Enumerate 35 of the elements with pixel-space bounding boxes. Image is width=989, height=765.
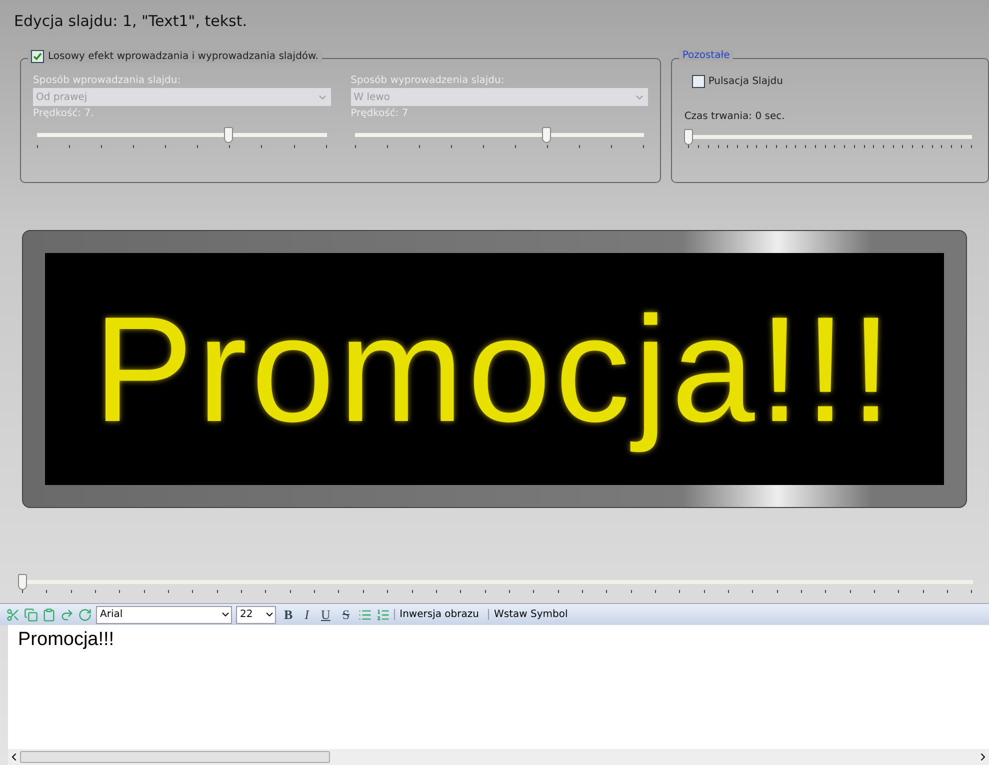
checkbox[interactable] <box>31 50 44 63</box>
rotate-icon[interactable] <box>78 608 92 622</box>
checkbox-label: Losowy efekt wprowadzania i wyprowadzania slajdów. <box>48 51 318 62</box>
field-label: Sposób wyprowadzenia slajdu: <box>350 75 506 86</box>
window-title: Edycja slajdu: 1, "Text1", tekst. <box>13 11 248 32</box>
field-label: Sposób wprowadzania slajdu: <box>33 75 182 86</box>
scissors-icon[interactable] <box>6 608 20 622</box>
checkmark-icon <box>33 52 42 61</box>
redo-icon[interactable] <box>60 608 74 622</box>
italic-button[interactable]: I <box>300 606 314 622</box>
size-select[interactable]: 22 <box>236 606 276 624</box>
bold-button[interactable]: B <box>280 606 297 622</box>
slider[interactable] <box>37 127 327 143</box>
toolbar-button[interactable]: Wstaw Symbol <box>488 609 573 620</box>
slider-thumb[interactable] <box>542 127 551 143</box>
text-editor[interactable]: Promocja!!! <box>8 625 989 749</box>
slider-thumb[interactable] <box>18 574 27 590</box>
led-text: Promocja!!! <box>93 284 896 454</box>
duration-label: Czas trwania: 0 sec. <box>684 111 785 122</box>
checkbox[interactable] <box>692 75 706 88</box>
font-select[interactable]: Arial <box>96 606 232 624</box>
checkbox-label: Pulsacja Slajdu <box>708 76 783 87</box>
slider[interactable] <box>354 127 644 143</box>
slider-thumb[interactable] <box>684 129 694 145</box>
slider-thumb[interactable] <box>224 127 234 143</box>
copy-icon[interactable] <box>24 608 38 622</box>
underline-button[interactable]: U <box>317 606 334 622</box>
horizontal-scrollbar[interactable] <box>8 749 989 765</box>
clipboard-icon[interactable] <box>42 608 56 622</box>
toolbar-button[interactable]: Inwersja obrazu <box>394 609 484 620</box>
scrollbar-thumb[interactable] <box>20 751 330 763</box>
numbered-list-icon[interactable] <box>376 608 390 622</box>
bullet-list-icon[interactable] <box>358 608 372 622</box>
group-legend: Pozostałe <box>682 50 730 61</box>
strikethrough-button[interactable]: S <box>338 606 354 622</box>
